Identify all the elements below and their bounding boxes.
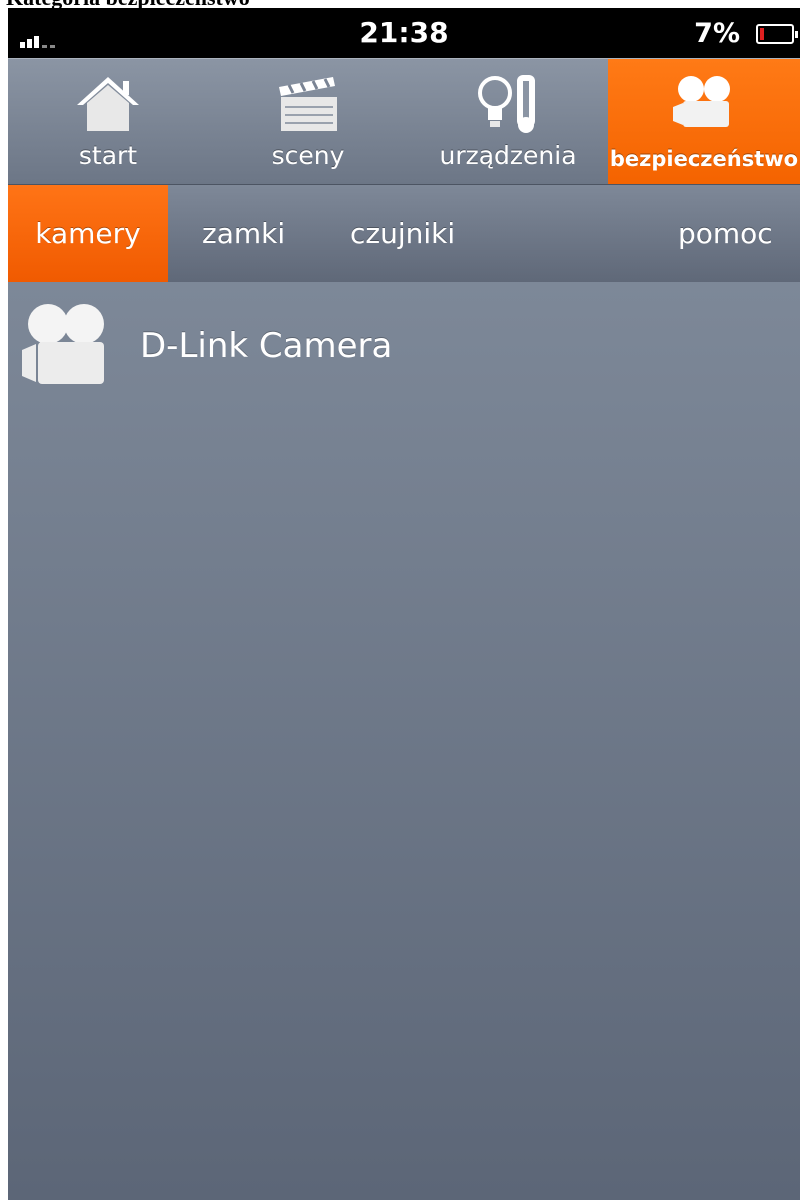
status-bar: 21:38 7%	[8, 8, 800, 58]
house-icon	[77, 77, 139, 131]
phone-screen: 21:38 7% start sceny urządzenia bezpiecz…	[8, 8, 800, 1200]
bulb-thermometer-icon	[478, 75, 535, 133]
battery-icon	[756, 24, 798, 44]
clapperboard-icon	[279, 77, 337, 131]
status-time: 21:38	[359, 16, 449, 49]
camera-icon	[22, 304, 104, 384]
subtab-zamki[interactable]: zamki	[202, 185, 285, 283]
tab-sceny[interactable]: sceny	[208, 59, 408, 185]
subtab-kamery[interactable]: kamery	[8, 185, 168, 283]
tab-urzadzenia[interactable]: urządzenia	[408, 59, 608, 185]
subtab-pomoc[interactable]: pomoc	[678, 185, 773, 283]
list-item-camera[interactable]: D-Link Camera	[8, 282, 800, 402]
tab-sceny-label: sceny	[271, 141, 345, 170]
top-nav: start sceny urządzenia bezpieczeństwo	[8, 58, 800, 185]
sub-nav: kamery zamki czujniki pomoc	[8, 184, 800, 284]
subtab-czujniki[interactable]: czujniki	[350, 185, 455, 283]
camera-list: D-Link Camera	[8, 282, 800, 1200]
tab-start-label: start	[78, 141, 138, 170]
tab-start[interactable]: start	[8, 59, 208, 185]
tab-urzadzenia-label: urządzenia	[439, 141, 577, 170]
tab-bezpieczenstwo[interactable]: bezpieczeństwo	[608, 59, 800, 185]
battery-percent: 7%	[694, 18, 740, 49]
camera-name: D-Link Camera	[140, 326, 393, 366]
tab-bezpieczenstwo-label: bezpieczeństwo	[609, 147, 799, 171]
camera-icon	[673, 76, 730, 127]
